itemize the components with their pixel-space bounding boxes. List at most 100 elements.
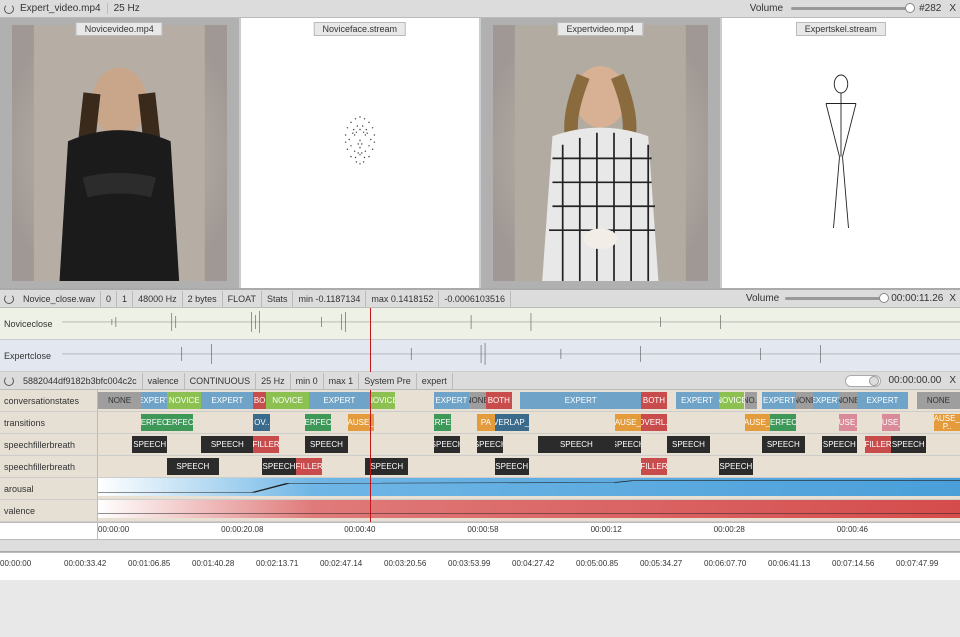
track-content[interactable]: PERFECTPERFECTOV..PERFECTPAUSE_BPERFECTP…: [98, 412, 960, 433]
segment[interactable]: SPEECH: [305, 436, 348, 453]
waveform-row[interactable]: Expertclose: [0, 340, 960, 372]
segment[interactable]: PA: [477, 414, 494, 431]
segment[interactable]: BO: [253, 392, 266, 409]
segment[interactable]: EXPERT: [762, 392, 796, 409]
segment[interactable]: EXPERT: [520, 392, 641, 409]
audio-rate: 48000 Hz: [133, 291, 183, 307]
ruler-tick: 00:07:14.56: [832, 559, 874, 568]
segment[interactable]: EXPERT: [309, 392, 369, 409]
panel-novice-face[interactable]: Noviceface.stream: [241, 18, 482, 288]
segment[interactable]: NONE: [796, 392, 813, 409]
segment[interactable]: NOVICE: [167, 392, 201, 409]
toggle-switch[interactable]: [845, 375, 881, 387]
panel-label: Expertvideo.mp4: [557, 22, 643, 36]
refresh-icon[interactable]: [4, 4, 14, 14]
segment[interactable]: EXPERT: [141, 392, 167, 409]
segment[interactable]: PERFECT: [434, 414, 451, 431]
refresh-icon[interactable]: [4, 376, 14, 386]
segment[interactable]: PAUSE_W: [839, 414, 856, 431]
segment[interactable]: EXPERT: [201, 392, 253, 409]
track-content[interactable]: [98, 478, 960, 496]
audio-stats[interactable]: Stats: [262, 291, 294, 307]
segment[interactable]: PAUSE_B: [745, 414, 771, 431]
segment[interactable]: NO..: [745, 392, 758, 409]
track-row[interactable]: conversationstatesNONEEXPERTNOVICEEXPERT…: [0, 390, 960, 412]
segment[interactable]: SPEECH: [762, 436, 805, 453]
segment[interactable]: SPEECH: [495, 458, 529, 475]
panel-expert-skel[interactable]: Expertskel.stream: [722, 18, 960, 288]
segment[interactable]: FILLER: [296, 458, 322, 475]
track-label: arousal: [0, 478, 98, 499]
close-button[interactable]: X: [949, 293, 956, 304]
segment[interactable]: SPEECH: [615, 436, 641, 453]
scroll-indicator[interactable]: [0, 540, 960, 552]
segment[interactable]: SPEECH: [132, 436, 166, 453]
segment[interactable]: NONE: [839, 392, 856, 409]
segment[interactable]: PERFECT: [770, 414, 796, 431]
segment[interactable]: PAUSE_W: [882, 414, 899, 431]
track-row[interactable]: valence: [0, 500, 960, 522]
segment[interactable]: EXPERT: [434, 392, 468, 409]
video-frame: [493, 25, 708, 282]
segment[interactable]: NONE: [98, 392, 141, 409]
segment[interactable]: NOVICE: [370, 392, 396, 409]
close-button[interactable]: X: [949, 375, 956, 386]
anno-type: CONTINUOUS: [185, 373, 257, 389]
segment[interactable]: SPEECH: [262, 458, 296, 475]
time-ruler-top[interactable]: 00:00:0000:00:20.0800:00:4000:00:5800:00…: [0, 522, 960, 540]
segment[interactable]: SPEECH: [538, 436, 616, 453]
panel-novice-video[interactable]: Novicevideo.mp4: [0, 18, 241, 288]
segment[interactable]: SPEECH: [891, 436, 925, 453]
audio-channel[interactable]: 0: [101, 291, 117, 307]
segment[interactable]: FILLER: [253, 436, 279, 453]
segment[interactable]: NONE: [917, 392, 960, 409]
segment[interactable]: PAUSE_B P..: [934, 414, 960, 431]
audio-volume-slider[interactable]: [785, 297, 885, 300]
segment[interactable]: NONE: [469, 392, 486, 409]
segment[interactable]: EXPERT: [813, 392, 839, 409]
segment[interactable]: BOTH: [641, 392, 667, 409]
segment[interactable]: OV..: [253, 414, 270, 431]
track-row[interactable]: arousal: [0, 478, 960, 500]
track-row[interactable]: speechfillerbreathSPEECHSPEECHFILLERSPEE…: [0, 434, 960, 456]
segment[interactable]: EXPERT: [857, 392, 909, 409]
segment[interactable]: SPEECH: [719, 458, 753, 475]
track-content[interactable]: SPEECHSPEECHFILLERSPEECHSPEECHSPEECHSPEE…: [98, 434, 960, 455]
segment[interactable]: PAUSE_B: [615, 414, 641, 431]
segment[interactable]: NOVICE: [266, 392, 309, 409]
refresh-icon[interactable]: [4, 294, 14, 304]
track-row[interactable]: speechfillerbreathSPEECHSPEECHFILLERSPEE…: [0, 456, 960, 478]
segment[interactable]: BOTH: [486, 392, 512, 409]
time-ruler-bottom[interactable]: 00:00:0000:00:33.4200:01:06.8500:01:40.2…: [0, 552, 960, 580]
segment[interactable]: NOVICE: [719, 392, 745, 409]
close-button[interactable]: X: [949, 3, 956, 14]
segment[interactable]: PERFECT: [167, 414, 193, 431]
audio-pipe[interactable]: 1: [117, 291, 133, 307]
segment[interactable]: PERFECT: [305, 414, 331, 431]
track-row[interactable]: transitionsPERFECTPERFECTOV..PERFECTPAUS…: [0, 412, 960, 434]
panel-expert-video[interactable]: Expertvideo.mp4: [481, 18, 722, 288]
segment[interactable]: FILLER: [641, 458, 667, 475]
track-content[interactable]: SPEECHSPEECHFILLERSPEECHSPEECHFILLERSPEE…: [98, 456, 960, 477]
segment[interactable]: FILLER: [865, 436, 891, 453]
volume-slider[interactable]: [791, 7, 911, 10]
track-content[interactable]: NONEEXPERTNOVICEEXPERTBONOVICEEXPERTNOVI…: [98, 390, 960, 411]
segment[interactable]: OVERL..: [641, 414, 667, 431]
segment[interactable]: SPEECH: [667, 436, 710, 453]
playhead[interactable]: [370, 308, 372, 372]
playhead[interactable]: [370, 390, 372, 522]
segment[interactable]: EXPERT: [676, 392, 719, 409]
anno-dim: valence: [143, 373, 185, 389]
segment[interactable]: SPEECH: [822, 436, 856, 453]
segment[interactable]: SPEECH: [167, 458, 219, 475]
segment[interactable]: PERFECT: [141, 414, 167, 431]
waveform-row[interactable]: Noviceclose: [0, 308, 960, 340]
segment[interactable]: SPEECH: [434, 436, 460, 453]
segment[interactable]: SPEECH: [201, 436, 253, 453]
file-title: Expert_video.mp4: [20, 3, 101, 14]
segment[interactable]: SPEECH: [477, 436, 503, 453]
track-content[interactable]: [98, 500, 960, 518]
segment[interactable]: OVERLAP_W: [495, 414, 529, 431]
ruler-tick: 00:03:53.99: [448, 559, 490, 568]
segment[interactable]: SPEECH: [365, 458, 408, 475]
